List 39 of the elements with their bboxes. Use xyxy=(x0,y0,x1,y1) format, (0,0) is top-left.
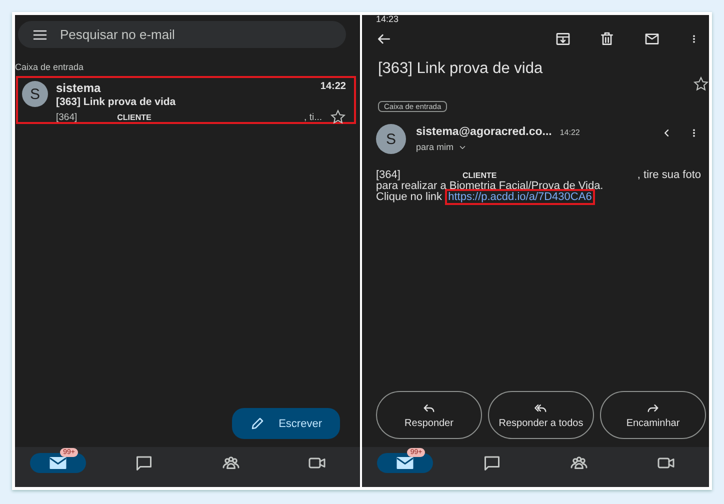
compose-button[interactable]: Escrever xyxy=(232,408,340,439)
envelope-icon xyxy=(643,31,661,47)
body-text: , tire sua foto xyxy=(637,170,701,181)
body-text: [364] xyxy=(376,170,400,181)
star-icon[interactable] xyxy=(693,76,709,92)
nav-tab[interactable] xyxy=(377,453,434,473)
section-label: Caixa de entrada xyxy=(15,62,85,72)
body-text: Clique no link xyxy=(376,191,442,203)
email-subject: [363] Link prova de vida xyxy=(56,96,177,108)
body-text: para realizar a Biometria Facial/Prova de Vida. xyxy=(376,181,604,192)
body-text: CLIENTE xyxy=(462,170,497,181)
search-input[interactable]: Pesquisar no e-mail xyxy=(60,22,332,46)
mail-icon xyxy=(394,454,416,472)
email-list-item[interactable]: S sistema 14:22 [363] Link prova de vida [364] CLIENTE , ti... xyxy=(16,76,356,124)
mail-icon xyxy=(47,454,70,472)
action-button[interactable]: Responder a todos xyxy=(488,391,594,439)
email-subject: [363] Link prova de vida xyxy=(378,60,543,78)
recipient-label: para mim xyxy=(416,142,454,152)
chat-icon xyxy=(482,454,502,472)
link[interactable]: https://p.acdd.io/a/7D430CA6 xyxy=(445,189,595,205)
chat-icon xyxy=(134,454,154,472)
sender-address: sistema@agoracred.co... xyxy=(416,126,552,138)
archive-icon xyxy=(555,31,571,47)
status-time: 14:23 xyxy=(375,15,400,24)
avatar: S xyxy=(376,124,406,154)
avatar: S xyxy=(22,81,48,107)
search-bar[interactable]: Pesquisar no e-mail xyxy=(18,21,346,48)
email-snippet: CLIENTE xyxy=(117,112,152,122)
action-button[interactable]: Responder xyxy=(376,391,482,439)
email-snippet: , ti... xyxy=(304,112,322,122)
pencil-icon xyxy=(250,416,265,431)
trash-icon xyxy=(599,31,615,47)
nav-tab[interactable] xyxy=(30,453,86,473)
star-icon[interactable] xyxy=(330,109,346,125)
action-button[interactable]: Encaminhar xyxy=(600,391,706,439)
email-time: 14:22 xyxy=(320,81,346,94)
email-snippet: [364] xyxy=(56,112,78,122)
sender-name: sistema xyxy=(56,81,101,95)
email-time: 14:22 xyxy=(560,128,580,137)
